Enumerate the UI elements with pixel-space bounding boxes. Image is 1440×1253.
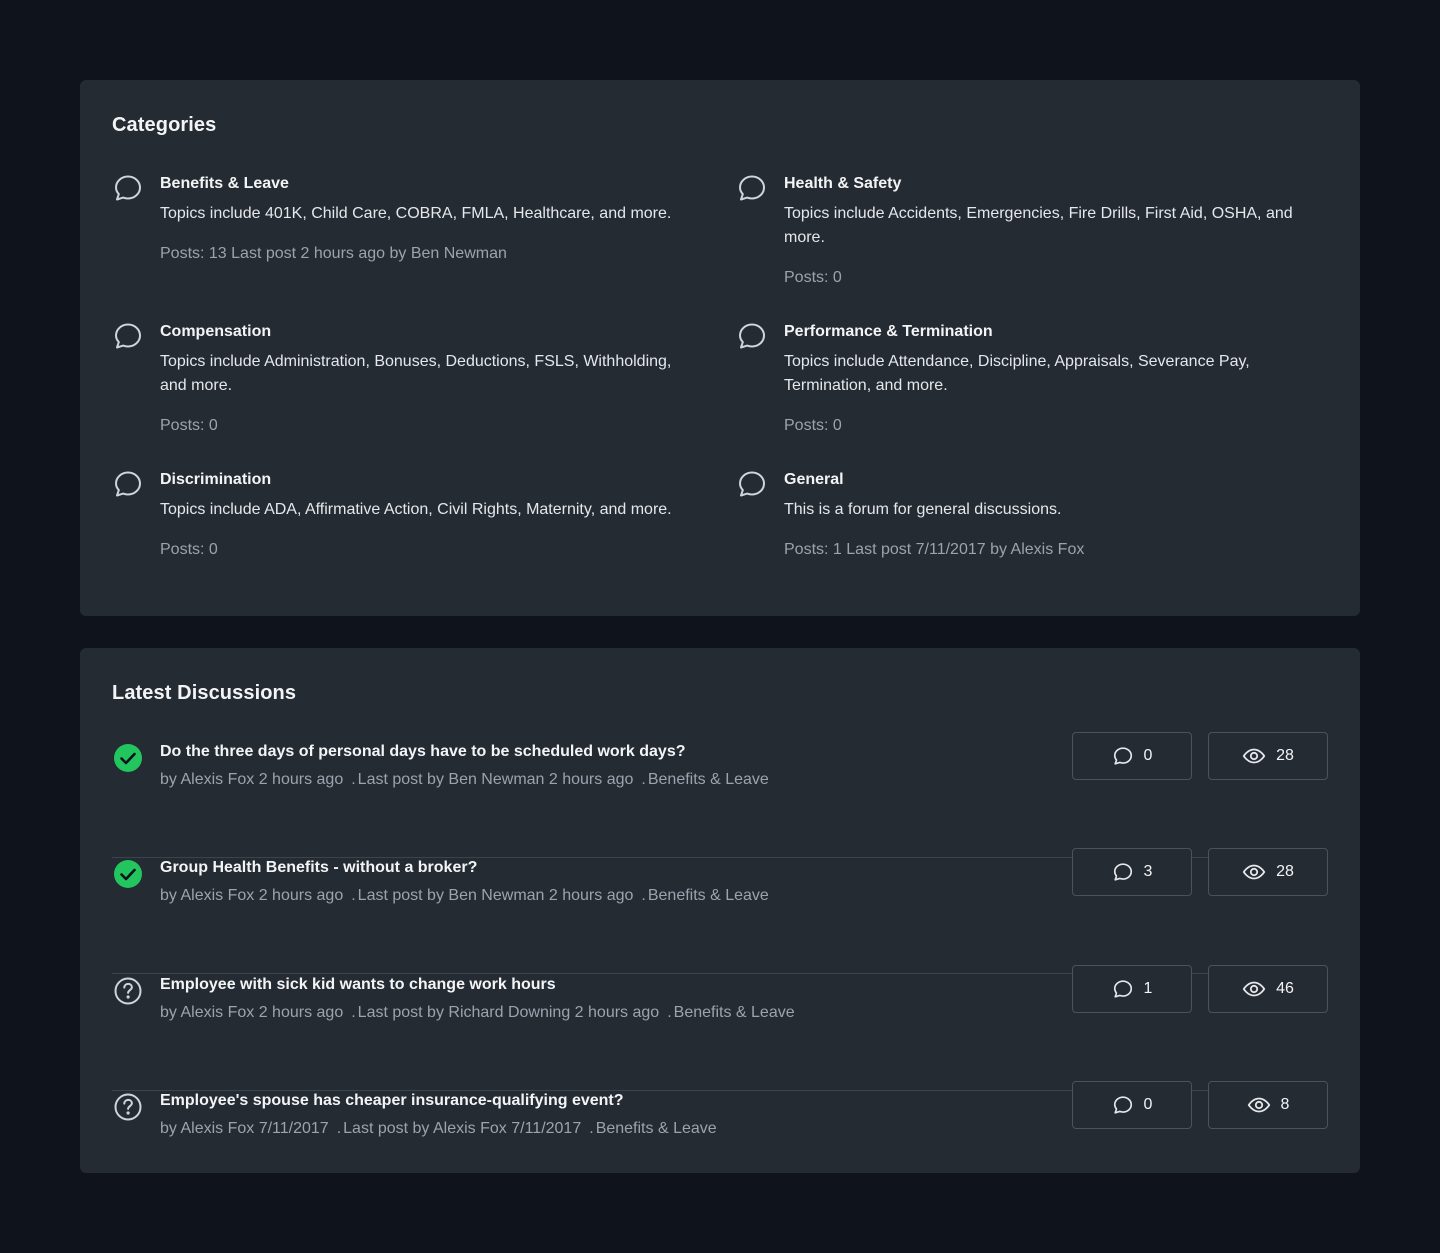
- replies-count: 0: [1143, 747, 1153, 764]
- category-meta: Posts: 0: [160, 538, 672, 562]
- category-posts: Posts: 0: [160, 417, 218, 434]
- discussion-row[interactable]: Do the three days of personal days have …: [112, 732, 1328, 858]
- replies-button[interactable]: 3: [1072, 848, 1192, 896]
- discussion-category[interactable]: Benefits & Leave: [648, 887, 769, 904]
- discussion-last-post: Last post by Ben Newman 2 hours ago: [357, 887, 634, 904]
- separator: .: [667, 1004, 672, 1021]
- separator: .: [336, 1120, 342, 1137]
- category-name[interactable]: Discrimination: [160, 470, 672, 490]
- discussion-last-post: Last post by Ben Newman 2 hours ago: [357, 771, 634, 788]
- category-description: Topics include 401K, Child Care, COBRA, …: [160, 205, 672, 222]
- categories-card: Categories Benefits & Leave Topics inclu…: [80, 80, 1360, 616]
- replies-count: 3: [1143, 863, 1153, 880]
- discussion-meta: by Alexis Fox 2 hours ago. Last post by R…: [160, 1003, 980, 1023]
- category-last-post: Last post 2 hours ago by Ben Newman: [231, 245, 507, 262]
- chat-bubble-icon: [739, 323, 765, 349]
- category-description: Topics include ADA, Affirmative Action, …: [160, 501, 672, 518]
- category-meta: Posts: 0: [160, 414, 672, 438]
- discussion-title[interactable]: Employee's spouse has cheaper insurance-…: [160, 1091, 980, 1111]
- views-count: 46: [1276, 980, 1294, 997]
- discussion-author: by Alexis Fox 2 hours ago: [160, 771, 344, 788]
- discussions-card: Latest Discussions Do the three days of …: [80, 648, 1360, 1173]
- eye-icon: [1242, 981, 1266, 997]
- chat-bubble-icon: [115, 471, 141, 497]
- views-button[interactable]: 46: [1208, 965, 1328, 1013]
- check-circle-icon: [114, 860, 142, 888]
- discussion-title[interactable]: Employee with sick kid wants to change w…: [160, 975, 980, 995]
- comment-icon: [1113, 1096, 1132, 1114]
- category-name[interactable]: Performance & Termination: [784, 322, 1296, 342]
- separator: .: [351, 887, 356, 904]
- question-circle-icon: [114, 1093, 142, 1121]
- discussion-title[interactable]: Do the three days of personal days have …: [160, 742, 980, 762]
- category-name[interactable]: Health & Safety: [784, 174, 1296, 194]
- separator: .: [589, 1120, 594, 1137]
- discussion-last-post: Last post by Richard Downing 2 hours ago: [357, 1004, 660, 1021]
- views-count: 8: [1280, 1096, 1290, 1113]
- views-button[interactable]: 28: [1208, 848, 1328, 896]
- category-name[interactable]: General: [784, 470, 1296, 490]
- eye-icon: [1247, 1097, 1270, 1113]
- discussion-meta: by Alexis Fox 2 hours ago. Last post by B…: [160, 770, 980, 790]
- category-posts: Posts: 0: [784, 269, 842, 286]
- category-posts: Posts: 0: [160, 541, 218, 558]
- discussion-category[interactable]: Benefits & Leave: [674, 1004, 795, 1021]
- chat-bubble-icon: [739, 175, 765, 201]
- replies-count: 0: [1143, 1096, 1153, 1113]
- chat-bubble-icon: [739, 471, 765, 497]
- discussion-meta: by Alexis Fox 7/11/2017. Last post by Ale…: [160, 1119, 980, 1139]
- question-circle-icon: [114, 977, 142, 1005]
- replies-button[interactable]: 0: [1072, 732, 1192, 780]
- category-name[interactable]: Benefits & Leave: [160, 174, 672, 194]
- check-circle-icon: [114, 744, 142, 772]
- discussion-row[interactable]: Employee with sick kid wants to change w…: [112, 965, 1328, 1091]
- chat-bubble-icon: [115, 175, 141, 201]
- category-description: Topics include Attendance, Discipline, A…: [784, 353, 1250, 394]
- views-button[interactable]: 28: [1208, 732, 1328, 780]
- category-meta: Posts: 0: [784, 266, 1296, 290]
- category-last-post: Last post 7/11/2017 by Alexis Fox: [846, 541, 1085, 558]
- categories-title: Categories: [112, 114, 217, 136]
- chat-bubble-icon: [115, 323, 141, 349]
- discussion-author: by Alexis Fox 2 hours ago: [160, 1004, 344, 1021]
- category-meta: Posts: 0: [784, 414, 1296, 438]
- separator: .: [351, 1004, 356, 1021]
- replies-count: 1: [1143, 980, 1153, 997]
- discussion-row[interactable]: Employee's spouse has cheaper insurance-…: [112, 1081, 1328, 1161]
- discussion-category[interactable]: Benefits & Leave: [596, 1120, 717, 1137]
- category-meta: Posts: 13 Last post 2 hours ago by Ben N…: [160, 242, 672, 266]
- replies-button[interactable]: 0: [1072, 1081, 1192, 1129]
- separator: .: [351, 771, 356, 788]
- category-name[interactable]: Compensation: [160, 322, 672, 342]
- discussion-author: by Alexis Fox 7/11/2017: [160, 1120, 329, 1137]
- eye-icon: [1242, 748, 1266, 764]
- discussion-category[interactable]: Benefits & Leave: [648, 771, 769, 788]
- views-button[interactable]: 8: [1208, 1081, 1328, 1129]
- category-posts: Posts: 0: [784, 417, 842, 434]
- comment-icon: [1113, 980, 1132, 998]
- category-posts: Posts: 1: [784, 541, 842, 558]
- category-description: Topics include Administration, Bonuses, …: [160, 353, 672, 394]
- views-count: 28: [1276, 863, 1294, 880]
- category-posts: Posts: 13: [160, 245, 227, 262]
- views-count: 28: [1276, 747, 1294, 764]
- discussion-author: by Alexis Fox 2 hours ago: [160, 887, 344, 904]
- comment-icon: [1113, 747, 1132, 765]
- discussion-title[interactable]: Group Health Benefits - without a broker…: [160, 858, 980, 878]
- discussion-meta: by Alexis Fox 2 hours ago. Last post by B…: [160, 886, 980, 906]
- discussion-last-post: Last post by Alexis Fox 7/11/2017: [343, 1120, 582, 1137]
- category-description: Topics include Accidents, Emergencies, F…: [784, 205, 1293, 246]
- category-meta: Posts: 1 Last post 7/11/2017 by Alexis F…: [784, 538, 1296, 562]
- comment-icon: [1113, 863, 1132, 881]
- eye-icon: [1242, 864, 1266, 880]
- category-description: This is a forum for general discussions.: [784, 501, 1062, 518]
- discussion-row[interactable]: Group Health Benefits - without a broker…: [112, 848, 1328, 974]
- replies-button[interactable]: 1: [1072, 965, 1192, 1013]
- discussions-title: Latest Discussions: [112, 682, 297, 704]
- separator: .: [641, 771, 646, 788]
- separator: .: [641, 887, 646, 904]
